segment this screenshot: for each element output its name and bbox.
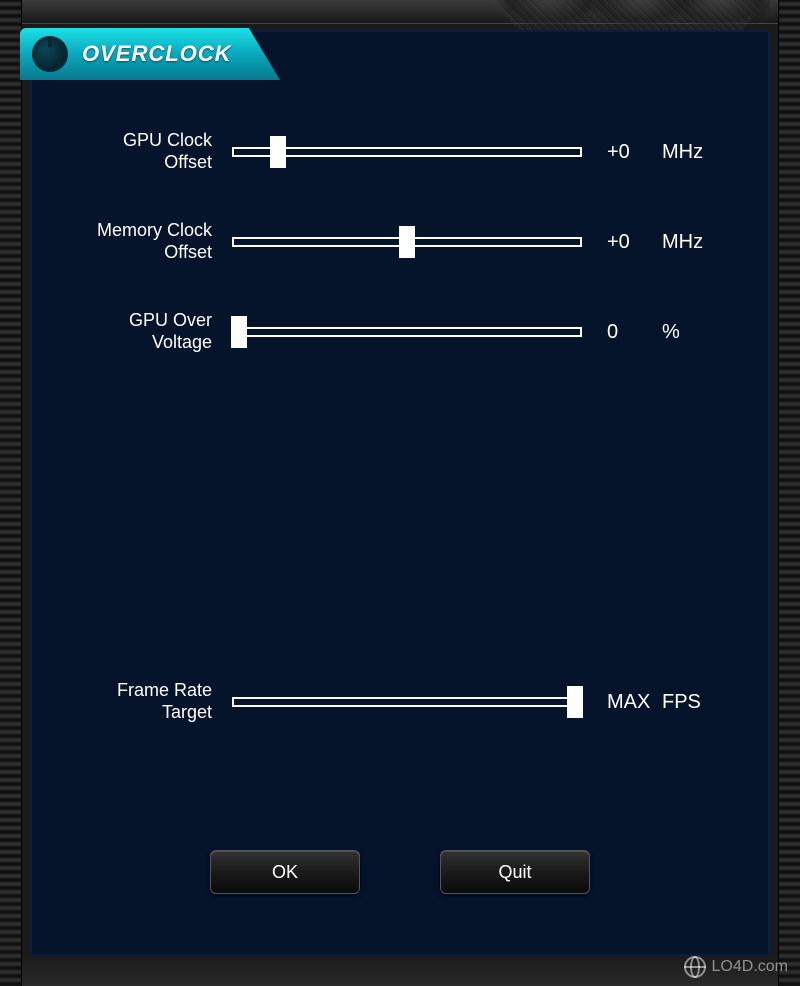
title-text: OVERCLOCK [82,41,232,67]
gpu-clock-label: GPU ClockOffset [32,130,232,173]
main-panel: GPU ClockOffset +0 MHz Memory ClockOffse… [30,30,770,956]
slider-thumb[interactable] [231,316,247,348]
frame-rate-unit: FPS [662,691,732,714]
frame-rate-label: Frame RateTarget [32,680,232,723]
slider-thumb[interactable] [270,136,286,168]
gpu-voltage-value: 0 [582,321,662,344]
dial-icon [32,36,68,72]
app-frame: OVERCLOCK GPU ClockOffset +0 MHz Memory … [0,0,800,986]
memory-clock-slider[interactable] [232,230,582,254]
quit-button[interactable]: Quit [440,850,590,894]
decoration-tube-left [0,0,22,986]
memory-clock-value: +0 [582,231,662,254]
decoration-bottom-bar [22,956,778,986]
gpu-voltage-label: GPU OverVoltage [32,310,232,353]
slider-thumb[interactable] [399,226,415,258]
frame-rate-slider[interactable] [232,690,582,714]
decoration-cables [490,0,770,50]
memory-clock-label: Memory ClockOffset [32,220,232,263]
slider-track [232,697,582,707]
gpu-clock-row: GPU ClockOffset +0 MHz [32,127,768,177]
gpu-voltage-row: GPU OverVoltage 0 % [32,307,768,357]
globe-icon [684,956,706,978]
watermark-text: LO4D.com [712,958,788,976]
decoration-tube-right [778,0,800,986]
frame-rate-row: Frame RateTarget MAX FPS [32,677,768,727]
memory-clock-unit: MHz [662,231,732,254]
gpu-voltage-slider[interactable] [232,320,582,344]
gpu-clock-slider[interactable] [232,140,582,164]
watermark: LO4D.com [684,956,788,978]
button-row: OK Quit [32,850,768,894]
gpu-clock-unit: MHz [662,141,732,164]
gpu-voltage-unit: % [662,321,732,344]
title-tab: OVERCLOCK [20,28,280,80]
gpu-clock-value: +0 [582,141,662,164]
frame-rate-value: MAX [582,691,662,714]
ok-button[interactable]: OK [210,850,360,894]
memory-clock-row: Memory ClockOffset +0 MHz [32,217,768,267]
slider-track [232,327,582,337]
slider-thumb[interactable] [567,686,583,718]
